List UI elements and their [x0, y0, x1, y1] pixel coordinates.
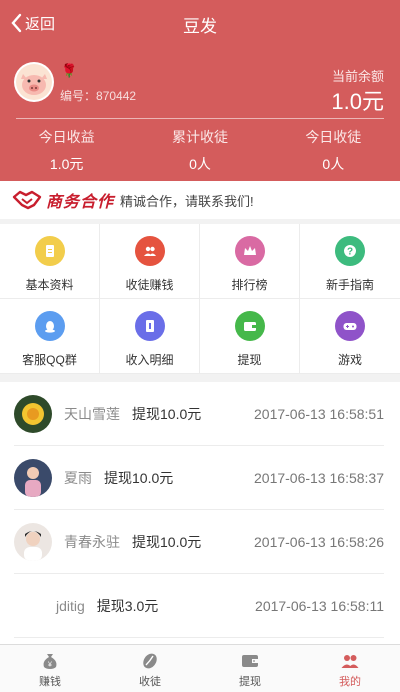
page-title: 豆发	[183, 17, 217, 36]
menu-withdraw[interactable]: 提现	[200, 299, 300, 374]
wallet-icon	[234, 311, 265, 341]
menu-label: 新手指南	[325, 278, 374, 292]
nav-bar: 返回 豆发	[0, 0, 400, 46]
stat-label: 累计收徒	[171, 129, 228, 145]
withdrawal-feed: 天山雪莲 提现10.0元 2017-06-13 16:58:51 夏雨 提现10…	[0, 382, 400, 644]
menu-label: 基本资料	[25, 278, 74, 292]
users-icon	[134, 236, 165, 266]
menu-label: 排行榜	[231, 278, 268, 292]
gamepad-icon	[335, 311, 365, 341]
receipt-icon	[134, 311, 165, 341]
svg-text:?: ?	[347, 247, 353, 258]
list-item: 夏雨 提现10.0元 2017-06-13 16:58:37	[14, 446, 384, 510]
money-bag-icon: ¥	[43, 654, 57, 669]
tab-label: 收徒	[139, 676, 161, 688]
stat-value: 0人	[322, 156, 345, 172]
tab-label: 我的	[339, 676, 361, 688]
qq-icon	[34, 311, 65, 341]
menu-label: 收徒赚钱	[125, 278, 174, 292]
tab-recruit[interactable]: 收徒	[100, 645, 200, 692]
avatar	[14, 522, 52, 561]
avatar	[14, 458, 52, 497]
stat-today-apprentices: 今日收徒 0人	[267, 126, 400, 174]
withdraw-amount: 提现3.0元	[96, 597, 159, 614]
balance-value: 1.0元	[331, 89, 384, 114]
tab-label: 赚钱	[39, 676, 61, 688]
menu-label: 游戏	[337, 353, 362, 367]
menu-qq-group[interactable]: 客服QQ群	[0, 299, 100, 374]
svg-text:¥: ¥	[48, 662, 52, 669]
list-item: jditig 提现3.0元 2017-06-13 16:58:11	[14, 574, 384, 638]
profile-header: 返回 豆发 🌹 编号：870442 当前余额 1.0元 今日收益 1.0元 累计…	[0, 0, 400, 181]
menu-income-details[interactable]: 收入明细	[100, 299, 200, 374]
menu-label: 客服QQ群	[22, 353, 77, 367]
tab-withdraw[interactable]: 提现	[200, 645, 300, 692]
business-logo: 商务合作	[12, 188, 114, 212]
pig-avatar-icon	[16, 64, 52, 100]
avatar	[14, 394, 52, 433]
wallet-icon	[242, 655, 258, 667]
avatar[interactable]	[14, 62, 54, 102]
rose-icon: 🌹	[61, 63, 78, 78]
timestamp: 2017-06-13 16:58:11	[255, 597, 384, 614]
timestamp: 2017-06-13 16:58:51	[254, 405, 384, 422]
question-icon: ?	[335, 236, 365, 266]
menu-basic-info[interactable]: 基本资料	[0, 224, 100, 299]
user-name: 天山雪莲	[64, 405, 120, 422]
coffee-bean-icon	[143, 653, 157, 669]
user-name: jditig	[56, 597, 85, 614]
menu-label: 收入明细	[125, 353, 174, 367]
user-name: 青春永驻	[64, 533, 120, 550]
tab-earn[interactable]: ¥ 赚钱	[0, 645, 100, 692]
menu-recruit-earn[interactable]: 收徒赚钱	[100, 224, 200, 299]
document-icon	[34, 236, 65, 266]
menu-beginner-guide[interactable]: ? 新手指南	[300, 224, 400, 299]
list-item: 青春永驻 提现10.0元 2017-06-13 16:58:26	[14, 510, 384, 574]
menu-games[interactable]: 游戏	[300, 299, 400, 374]
list-item: 天山雪莲 提现10.0元 2017-06-13 16:58:51	[14, 382, 384, 446]
tab-mine[interactable]: 我的	[300, 645, 400, 692]
stat-label: 今日收益	[38, 129, 95, 145]
timestamp: 2017-06-13 16:58:26	[254, 533, 384, 550]
menu-leaderboard[interactable]: 排行榜	[200, 224, 300, 299]
withdraw-amount: 提现10.0元	[132, 405, 202, 422]
avatar	[14, 586, 52, 625]
menu-label: 提现	[237, 353, 262, 367]
bottom-tab-bar: ¥ 赚钱 收徒 提现 我的	[0, 644, 400, 692]
logo-text: 商务合作	[46, 194, 115, 211]
stat-value: 0人	[189, 156, 211, 172]
tab-label: 提现	[239, 676, 261, 688]
timestamp: 2017-06-13 16:58:37	[254, 469, 384, 486]
stat-total-apprentices: 累计收徒 0人	[133, 126, 266, 174]
handshake-icon	[12, 190, 42, 210]
menu-grid: 基本资料 收徒赚钱 排行榜 ? 新手指南 客服QQ群 收入明细 提现 游戏	[0, 224, 400, 374]
stat-value: 1.0元	[49, 156, 84, 172]
withdraw-amount: 提现10.0元	[132, 533, 202, 550]
banner-slogan: 精诚合作，请联系我们!	[120, 193, 254, 209]
divider	[16, 118, 384, 119]
stat-today-income: 今日收益 1.0元	[0, 126, 133, 174]
business-cooperation-banner[interactable]: 商务合作 精诚合作，请联系我们!	[0, 181, 400, 219]
stats-row: 今日收益 1.0元 累计收徒 0人 今日收徒 0人	[0, 126, 400, 174]
users-icon	[341, 655, 359, 668]
stat-label: 今日收徒	[305, 129, 362, 145]
user-id: 编号：870442	[60, 89, 137, 103]
balance-label: 当前余额	[331, 69, 384, 84]
withdraw-amount: 提现10.0元	[104, 469, 174, 486]
crown-icon	[234, 236, 265, 266]
user-name: 夏雨	[64, 469, 92, 486]
